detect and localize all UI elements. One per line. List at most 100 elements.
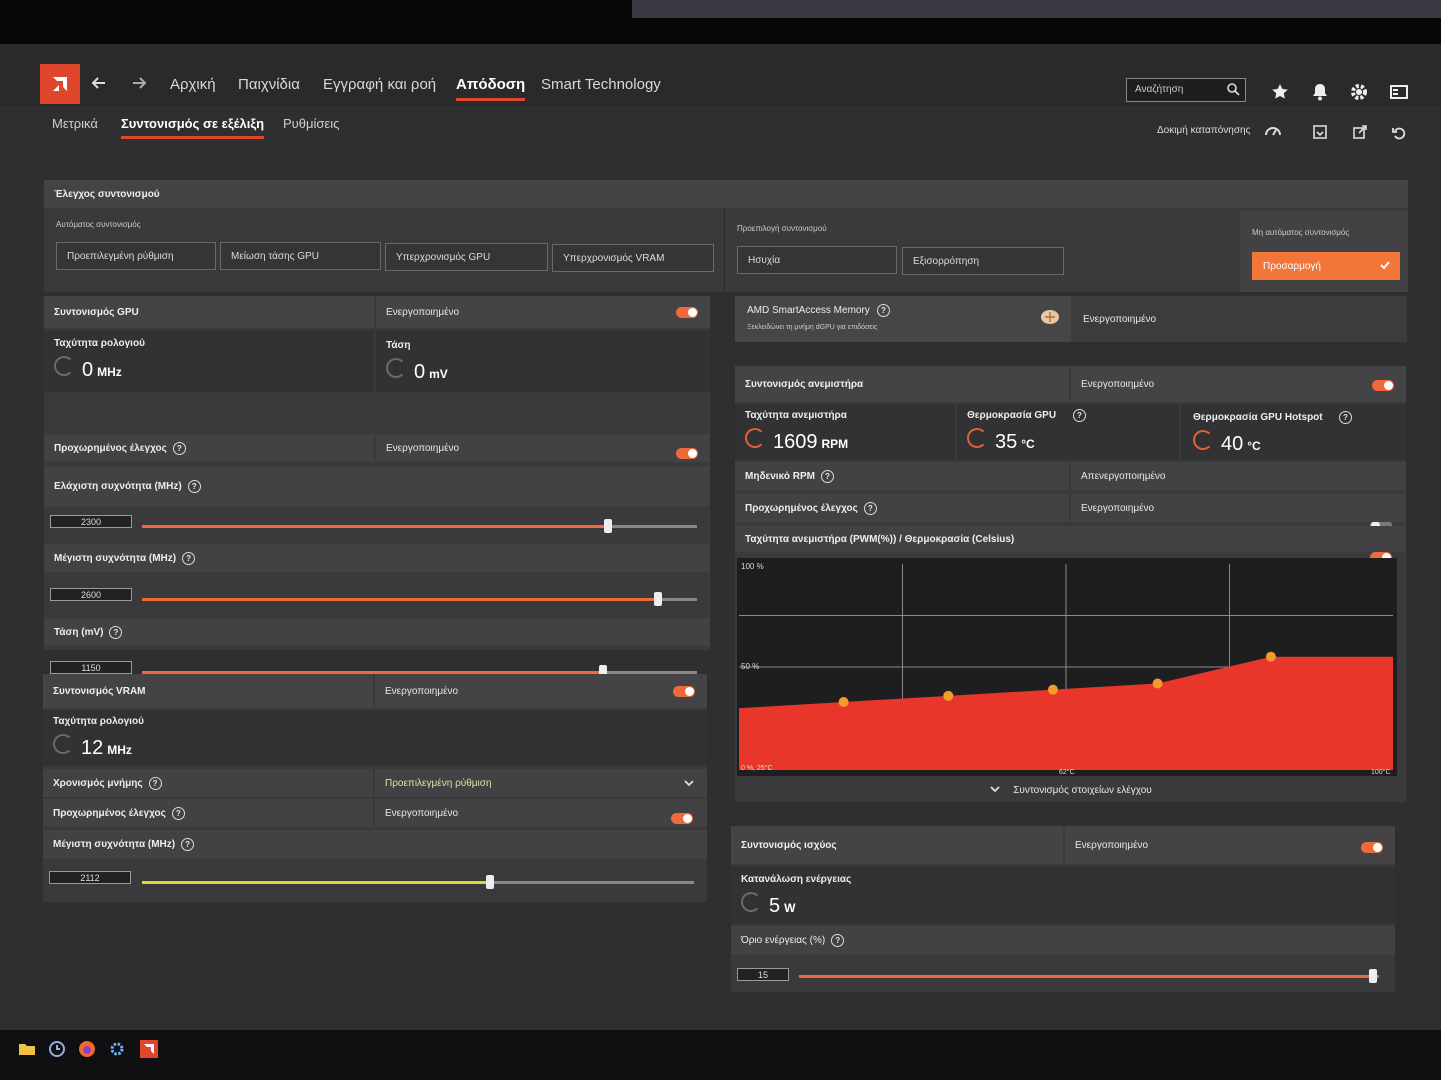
help-icon[interactable]: ?: [831, 933, 845, 947]
gpu-tuning-title: Συντονισμός GPU: [44, 296, 374, 328]
gpu-advanced-toggle[interactable]: [676, 448, 698, 459]
power-limit-row: Όριο ενέργειας (%)?: [731, 926, 1395, 954]
nav-home[interactable]: Αρχική: [170, 76, 216, 93]
help-icon[interactable]: ?: [1339, 411, 1352, 424]
chevron-down-icon: [683, 778, 695, 791]
vram-advanced-toggle[interactable]: [671, 813, 693, 824]
speedometer-icon[interactable]: [1264, 122, 1282, 140]
subnav-tuning[interactable]: Συντονισμός σε εξέλιξη: [121, 116, 265, 139]
help-icon[interactable]: ?: [820, 469, 834, 483]
layout-icon[interactable]: [1389, 82, 1411, 104]
gpu-voltage-label: Τάση: [386, 340, 411, 351]
fan-advanced-state: Ενεργοποιημένο: [1081, 502, 1155, 514]
custom-button[interactable]: Προσαρμογή: [1252, 252, 1400, 280]
fan-curve-point[interactable]: [838, 697, 849, 708]
star-icon[interactable]: [1270, 82, 1292, 104]
gauge-icon: [967, 428, 987, 448]
gpu-temp-unit: °C: [1021, 437, 1035, 451]
max-frequency-input[interactable]: 2600: [50, 588, 132, 601]
power-limit-slider[interactable]: [799, 969, 1379, 983]
amd-logo-icon[interactable]: [40, 64, 80, 104]
help-icon[interactable]: ?: [182, 551, 196, 565]
fan-curve-point[interactable]: [1047, 684, 1058, 695]
bell-icon[interactable]: [1310, 82, 1332, 104]
help-icon[interactable]: ?: [877, 304, 890, 317]
power-limit-input[interactable]: 15: [737, 968, 789, 981]
fan-speed-label: Ταχύτητα ανεμιστήρα: [745, 410, 847, 421]
slider-thumb[interactable]: [654, 592, 663, 606]
help-icon[interactable]: ?: [1073, 409, 1086, 422]
power-consumption-label: Κατανάλωση ενέργειας: [741, 874, 852, 885]
import-profile-icon[interactable]: [1312, 124, 1330, 142]
help-icon[interactable]: ?: [181, 837, 195, 851]
subnav-metrics[interactable]: Μετρικά: [52, 116, 98, 131]
quiet-preset-button[interactable]: Ησυχία: [737, 246, 897, 274]
search-input[interactable]: Αναζήτηση: [1126, 78, 1246, 102]
voltage-input[interactable]: 1150: [50, 661, 132, 674]
power-tuning-toggle[interactable]: [1361, 842, 1383, 853]
fan-tuning-state-cell: Ενεργοποιημένο: [1071, 366, 1406, 402]
amd-software-taskbar-icon[interactable]: [140, 1040, 158, 1058]
gauge-icon: [1193, 430, 1213, 450]
clock-app-icon[interactable]: [48, 1040, 66, 1058]
search-placeholder: Αναζήτηση: [1135, 84, 1184, 95]
sam-title: AMD SmartAccess Memory: [747, 305, 870, 316]
gpu-tuning-toggle[interactable]: [676, 307, 698, 318]
undervolt-gpu-button[interactable]: Μείωση τάσης GPU: [220, 242, 381, 270]
gpu-advanced-control: Προχωρημένος έλεγχος?: [44, 434, 374, 462]
export-profile-icon[interactable]: [1352, 124, 1370, 142]
help-icon[interactable]: ?: [187, 479, 201, 493]
fan-tuning-toggle[interactable]: [1372, 380, 1394, 391]
nav-smart-technology[interactable]: Smart Technology: [541, 76, 661, 93]
vram-max-frequency-slider[interactable]: [142, 875, 694, 889]
fan-curve-point[interactable]: [1265, 651, 1276, 662]
help-icon[interactable]: ?: [863, 501, 877, 515]
fan-speed-value: 1609: [773, 431, 818, 453]
subnav-settings[interactable]: Ρυθμίσεις: [283, 116, 339, 131]
search-icon[interactable]: [1226, 82, 1240, 99]
forward-arrow-icon[interactable]: [128, 72, 150, 94]
default-settings-button[interactable]: Προεπιλεγμένη ρύθμιση: [56, 242, 216, 270]
slider-thumb[interactable]: [604, 519, 613, 533]
help-icon[interactable]: ?: [172, 441, 186, 455]
min-frequency-input[interactable]: 2300: [50, 515, 132, 528]
fan-curve-chart[interactable]: 100 % 50 % 0 %, 25°C 62°C 100°C: [737, 558, 1397, 776]
overclock-gpu-button[interactable]: Υπερχρονισμός GPU: [385, 243, 548, 271]
slider-thumb[interactable]: [485, 875, 494, 889]
slider-thumb[interactable]: [1369, 969, 1378, 983]
nav-games[interactable]: Παιχνίδια: [238, 76, 300, 93]
expand-controls-row[interactable]: Συντονισμός στοιχείων ελέγχου: [735, 778, 1406, 802]
max-frequency-slider[interactable]: [142, 592, 697, 606]
vram-tuning-toggle[interactable]: [673, 686, 695, 697]
nav-performance[interactable]: Απόδοση: [456, 76, 526, 101]
firefox-icon[interactable]: [78, 1040, 96, 1058]
taskbar: [0, 1030, 1441, 1080]
help-icon[interactable]: ?: [109, 625, 123, 639]
y-axis-top-label: 100 %: [741, 562, 764, 571]
min-frequency-slider[interactable]: [142, 519, 697, 533]
fan-speed-readout: 1609 RPM: [745, 428, 848, 454]
memory-timing-dropdown[interactable]: Προεπιλεγμένη ρύθμιση: [375, 769, 707, 797]
gauge-icon: [745, 428, 765, 448]
overclock-vram-button[interactable]: Υπερχρονισμός VRAM: [552, 244, 714, 272]
help-icon[interactable]: ?: [171, 806, 185, 820]
stress-test-label[interactable]: Δοκιμή καταπόνησης: [1157, 125, 1250, 136]
x-axis-mid-label: 62°C: [1059, 768, 1075, 776]
balanced-preset-button[interactable]: Εξισορρόπηση: [902, 247, 1064, 275]
reset-icon[interactable]: [1391, 125, 1409, 143]
fan-curve-point[interactable]: [1152, 678, 1163, 689]
nav-record-stream[interactable]: Εγγραφή και ροή: [323, 76, 436, 93]
folder-icon[interactable]: [18, 1040, 36, 1058]
x-axis-origin-label: 0 %, 25°C: [741, 764, 773, 772]
gauge-icon: [54, 356, 74, 376]
zero-rpm-state-cell: Απενεργοποιημένο: [1071, 462, 1406, 490]
sam-panel: AMD SmartAccess Memory ? Ξεκλειδώνει τη …: [735, 296, 1407, 342]
vram-max-frequency-input[interactable]: 2112: [49, 871, 131, 884]
hotspot-temp-readout: 40 °C: [1193, 430, 1261, 456]
gpu-clock-readout: 0 MHz: [54, 356, 122, 382]
gear-icon[interactable]: [1349, 82, 1371, 104]
back-arrow-icon[interactable]: [88, 72, 110, 94]
help-icon[interactable]: ?: [148, 776, 162, 790]
fan-curve-point[interactable]: [943, 690, 954, 701]
settings-app-icon[interactable]: [108, 1040, 126, 1058]
